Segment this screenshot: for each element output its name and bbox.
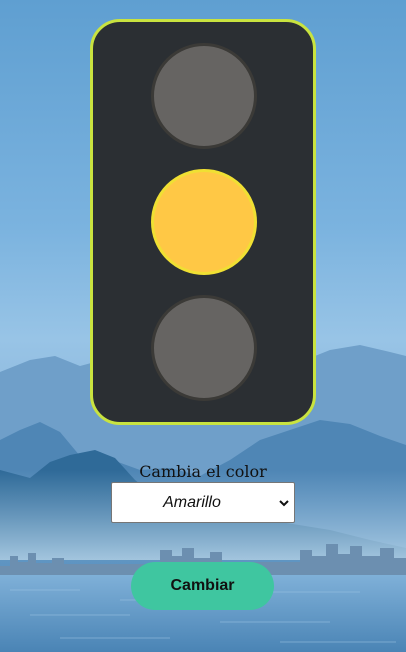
lamp-middle [151,169,257,275]
color-label: Cambia el color [139,462,267,481]
change-button[interactable]: Cambiar [131,562,274,610]
color-select[interactable]: Amarillo [111,482,295,523]
lamp-bottom [151,295,257,401]
select-value: Amarillo [163,494,221,511]
lamp-top [151,43,257,149]
traffic-light [90,19,316,425]
chevron-down-icon [279,500,289,507]
